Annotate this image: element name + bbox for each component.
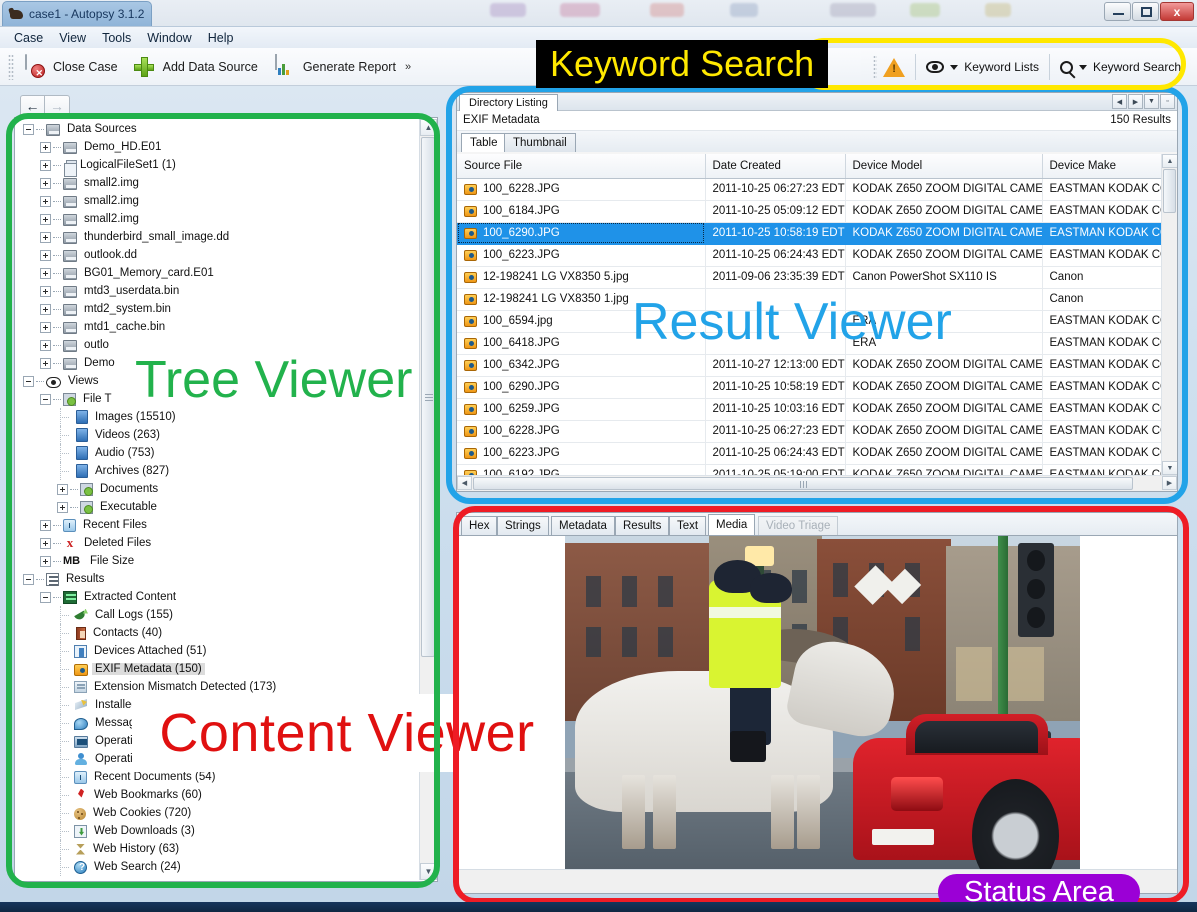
menu-case[interactable]: Case — [6, 29, 51, 47]
menu-help[interactable]: Help — [200, 29, 242, 47]
annotation-box-keyword-search — [798, 38, 1186, 90]
window-title-tab[interactable]: case1 - Autopsy 3.1.2 — [2, 1, 152, 26]
maximize-button[interactable] — [1132, 2, 1159, 21]
window-controls: x — [1104, 2, 1194, 21]
close-case-icon — [22, 53, 46, 79]
annotation-label-tree-viewer: Tree Viewer — [135, 351, 413, 409]
autopsy-icon — [9, 7, 24, 22]
title-bar: case1 - Autopsy 3.1.2 x — [0, 0, 1197, 26]
close-icon: x — [1173, 4, 1181, 19]
menu-view[interactable]: View — [51, 29, 94, 47]
window-title-text: case1 - Autopsy 3.1.2 — [29, 7, 145, 21]
close-case-button[interactable]: Close Case — [18, 52, 128, 82]
menu-tools[interactable]: Tools — [94, 29, 139, 47]
annotation-box-content-viewer — [453, 506, 1189, 904]
annotation-label-keyword-search: Keyword Search — [536, 40, 829, 88]
add-data-source-button[interactable]: Add Data Source — [128, 52, 268, 82]
close-case-label: Close Case — [53, 59, 118, 74]
minimize-icon — [1113, 13, 1124, 15]
annotation-box-tree-viewer — [6, 113, 440, 888]
add-data-source-label: Add Data Source — [162, 59, 258, 74]
generate-report-button[interactable]: Generate Report » — [268, 52, 421, 82]
autopsy-window: case1 - Autopsy 3.1.2 x Case View Tools … — [0, 0, 1197, 912]
annotation-label-result-viewer: Result Viewer — [632, 293, 952, 351]
minimize-button[interactable] — [1104, 2, 1131, 21]
report-chart-icon — [272, 53, 296, 79]
maximize-icon — [1141, 7, 1152, 17]
close-button[interactable]: x — [1160, 2, 1194, 21]
chevron-down-icon[interactable]: » — [405, 61, 411, 73]
desktop-taskbar-strip — [0, 902, 1197, 912]
plus-icon — [132, 55, 156, 79]
toolbar-grip[interactable] — [8, 53, 14, 80]
generate-report-label: Generate Report — [302, 59, 396, 74]
menu-window[interactable]: Window — [139, 29, 199, 47]
